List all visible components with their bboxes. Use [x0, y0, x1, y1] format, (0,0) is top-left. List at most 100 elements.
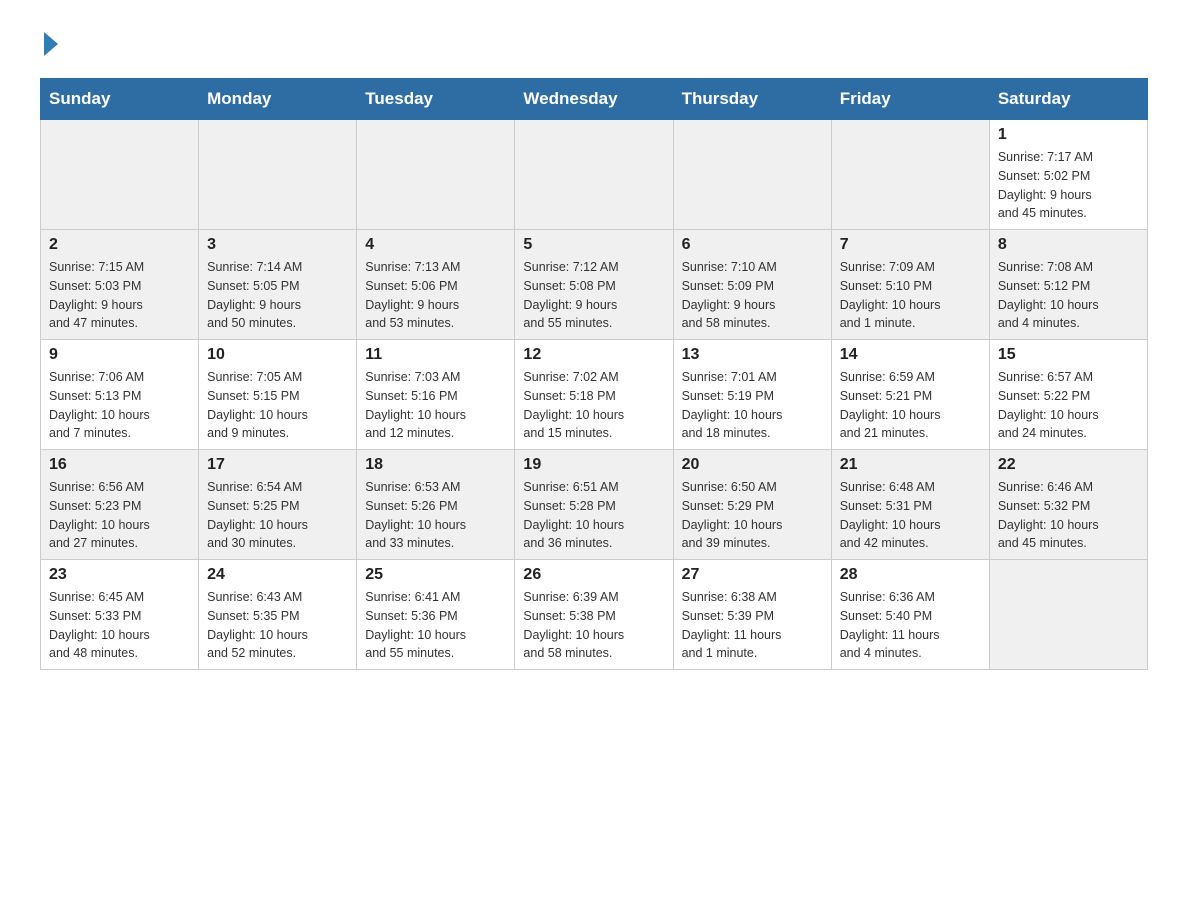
calendar-cell: 13Sunrise: 7:01 AM Sunset: 5:19 PM Dayli…: [673, 340, 831, 450]
calendar-cell: 4 Sunrise: 7:13 AM Sunset: 5:06 PM Daylig…: [357, 230, 515, 340]
day-number: 8: [998, 236, 1139, 254]
day-number: 13: [682, 346, 823, 364]
weekday-header-thursday: Thursday: [673, 79, 831, 120]
calendar-cell: 9Sunrise: 7:06 AM Sunset: 5:13 PM Daylig…: [41, 340, 199, 450]
day-number: 17: [207, 456, 348, 474]
calendar-cell: 21 Sunrise: 6:48 AM Sunset: 5:31 PM Dayli…: [831, 450, 989, 560]
logo: [40, 30, 58, 58]
day-info: Sunrise: 6:53 AM Sunset: 5:26 PM Dayligh…: [365, 478, 506, 553]
logo-top: [40, 30, 58, 56]
day-number: 24: [207, 566, 348, 584]
weekday-header-monday: Monday: [199, 79, 357, 120]
calendar-cell: 3 Sunrise: 7:14 AM Sunset: 5:05 PM Daylig…: [199, 230, 357, 340]
day-info: Sunrise: 6:51 AM Sunset: 5:28 PM Dayligh…: [523, 478, 664, 553]
day-number: 15: [998, 346, 1139, 364]
calendar-cell: 16 Sunrise: 6:56 AM Sunset: 5:23 PM Dayli…: [41, 450, 199, 560]
calendar-week-row: 23 Sunrise: 6:45 AM Sunset: 5:33 PM Dayli…: [41, 560, 1148, 670]
day-info: Sunrise: 6:59 AM Sunset: 5:21 PM Dayligh…: [840, 368, 981, 443]
calendar-cell: 18 Sunrise: 6:53 AM Sunset: 5:26 PM Dayli…: [357, 450, 515, 560]
calendar-cell: 20 Sunrise: 6:50 AM Sunset: 5:29 PM Dayli…: [673, 450, 831, 560]
day-info: Sunrise: 6:41 AM Sunset: 5:36 PM Dayligh…: [365, 588, 506, 663]
day-info: Sunrise: 6:56 AM Sunset: 5:23 PM Dayligh…: [49, 478, 190, 553]
day-number: 11: [365, 346, 506, 364]
calendar-week-row: 2 Sunrise: 7:15 AM Sunset: 5:03 PM Daylig…: [41, 230, 1148, 340]
day-number: 4: [365, 236, 506, 254]
calendar-cell: 25 Sunrise: 6:41 AM Sunset: 5:36 PM Dayli…: [357, 560, 515, 670]
day-info: Sunrise: 6:39 AM Sunset: 5:38 PM Dayligh…: [523, 588, 664, 663]
day-number: 16: [49, 456, 190, 474]
calendar-cell: 27 Sunrise: 6:38 AM Sunset: 5:39 PM Dayli…: [673, 560, 831, 670]
day-info: Sunrise: 6:50 AM Sunset: 5:29 PM Dayligh…: [682, 478, 823, 553]
day-info: Sunrise: 6:57 AM Sunset: 5:22 PM Dayligh…: [998, 368, 1139, 443]
logo-arrow-icon: [44, 32, 58, 56]
day-number: 28: [840, 566, 981, 584]
day-number: 3: [207, 236, 348, 254]
day-info: Sunrise: 6:48 AM Sunset: 5:31 PM Dayligh…: [840, 478, 981, 553]
day-number: 27: [682, 566, 823, 584]
day-info: Sunrise: 6:38 AM Sunset: 5:39 PM Dayligh…: [682, 588, 823, 663]
weekday-header-saturday: Saturday: [989, 79, 1147, 120]
calendar-cell: [989, 560, 1147, 670]
day-info: Sunrise: 7:06 AM Sunset: 5:13 PM Dayligh…: [49, 368, 190, 443]
calendar-week-row: 16 Sunrise: 6:56 AM Sunset: 5:23 PM Dayli…: [41, 450, 1148, 560]
calendar-cell: 26 Sunrise: 6:39 AM Sunset: 5:38 PM Dayli…: [515, 560, 673, 670]
day-number: 10: [207, 346, 348, 364]
calendar-cell: 22 Sunrise: 6:46 AM Sunset: 5:32 PM Dayli…: [989, 450, 1147, 560]
calendar-cell: 14 Sunrise: 6:59 AM Sunset: 5:21 PM Dayli…: [831, 340, 989, 450]
day-number: 12: [523, 346, 664, 364]
day-info: Sunrise: 7:05 AM Sunset: 5:15 PM Dayligh…: [207, 368, 348, 443]
calendar-cell: 8 Sunrise: 7:08 AM Sunset: 5:12 PM Daylig…: [989, 230, 1147, 340]
day-number: 23: [49, 566, 190, 584]
calendar-cell: 23 Sunrise: 6:45 AM Sunset: 5:33 PM Dayli…: [41, 560, 199, 670]
day-info: Sunrise: 6:54 AM Sunset: 5:25 PM Dayligh…: [207, 478, 348, 553]
calendar-cell: [199, 120, 357, 230]
day-info: Sunrise: 6:43 AM Sunset: 5:35 PM Dayligh…: [207, 588, 348, 663]
calendar-cell: 17 Sunrise: 6:54 AM Sunset: 5:25 PM Dayli…: [199, 450, 357, 560]
calendar-table: SundayMondayTuesdayWednesdayThursdayFrid…: [40, 78, 1148, 670]
calendar-cell: [41, 120, 199, 230]
calendar-cell: [357, 120, 515, 230]
page-header: [40, 30, 1148, 58]
calendar-cell: 24 Sunrise: 6:43 AM Sunset: 5:35 PM Dayli…: [199, 560, 357, 670]
day-info: Sunrise: 7:15 AM Sunset: 5:03 PM Dayligh…: [49, 258, 190, 333]
day-info: Sunrise: 7:12 AM Sunset: 5:08 PM Dayligh…: [523, 258, 664, 333]
day-info: Sunrise: 7:14 AM Sunset: 5:05 PM Dayligh…: [207, 258, 348, 333]
calendar-header-row: SundayMondayTuesdayWednesdayThursdayFrid…: [41, 79, 1148, 120]
weekday-header-sunday: Sunday: [41, 79, 199, 120]
weekday-header-friday: Friday: [831, 79, 989, 120]
calendar-cell: [831, 120, 989, 230]
calendar-cell: 19 Sunrise: 6:51 AM Sunset: 5:28 PM Dayli…: [515, 450, 673, 560]
day-number: 1: [998, 126, 1139, 144]
day-number: 25: [365, 566, 506, 584]
day-info: Sunrise: 6:46 AM Sunset: 5:32 PM Dayligh…: [998, 478, 1139, 553]
weekday-header-tuesday: Tuesday: [357, 79, 515, 120]
day-number: 2: [49, 236, 190, 254]
calendar-week-row: 1 Sunrise: 7:17 AM Sunset: 5:02 PM Daylig…: [41, 120, 1148, 230]
day-info: Sunrise: 7:02 AM Sunset: 5:18 PM Dayligh…: [523, 368, 664, 443]
day-info: Sunrise: 7:13 AM Sunset: 5:06 PM Dayligh…: [365, 258, 506, 333]
day-info: Sunrise: 7:08 AM Sunset: 5:12 PM Dayligh…: [998, 258, 1139, 333]
day-info: Sunrise: 7:10 AM Sunset: 5:09 PM Dayligh…: [682, 258, 823, 333]
day-info: Sunrise: 7:09 AM Sunset: 5:10 PM Dayligh…: [840, 258, 981, 333]
day-number: 21: [840, 456, 981, 474]
day-number: 14: [840, 346, 981, 364]
calendar-cell: [673, 120, 831, 230]
day-number: 20: [682, 456, 823, 474]
day-info: Sunrise: 6:45 AM Sunset: 5:33 PM Dayligh…: [49, 588, 190, 663]
day-number: 22: [998, 456, 1139, 474]
calendar-cell: 11Sunrise: 7:03 AM Sunset: 5:16 PM Dayli…: [357, 340, 515, 450]
calendar-cell: 15 Sunrise: 6:57 AM Sunset: 5:22 PM Dayli…: [989, 340, 1147, 450]
calendar-cell: 12 Sunrise: 7:02 AM Sunset: 5:18 PM Dayli…: [515, 340, 673, 450]
day-info: Sunrise: 7:17 AM Sunset: 5:02 PM Dayligh…: [998, 148, 1139, 223]
calendar-cell: 1 Sunrise: 7:17 AM Sunset: 5:02 PM Daylig…: [989, 120, 1147, 230]
calendar-cell: 2 Sunrise: 7:15 AM Sunset: 5:03 PM Daylig…: [41, 230, 199, 340]
weekday-header-wednesday: Wednesday: [515, 79, 673, 120]
calendar-week-row: 9Sunrise: 7:06 AM Sunset: 5:13 PM Daylig…: [41, 340, 1148, 450]
day-number: 18: [365, 456, 506, 474]
day-number: 5: [523, 236, 664, 254]
day-number: 19: [523, 456, 664, 474]
day-number: 26: [523, 566, 664, 584]
calendar-cell: [515, 120, 673, 230]
calendar-cell: 28Sunrise: 6:36 AM Sunset: 5:40 PM Dayli…: [831, 560, 989, 670]
day-number: 7: [840, 236, 981, 254]
